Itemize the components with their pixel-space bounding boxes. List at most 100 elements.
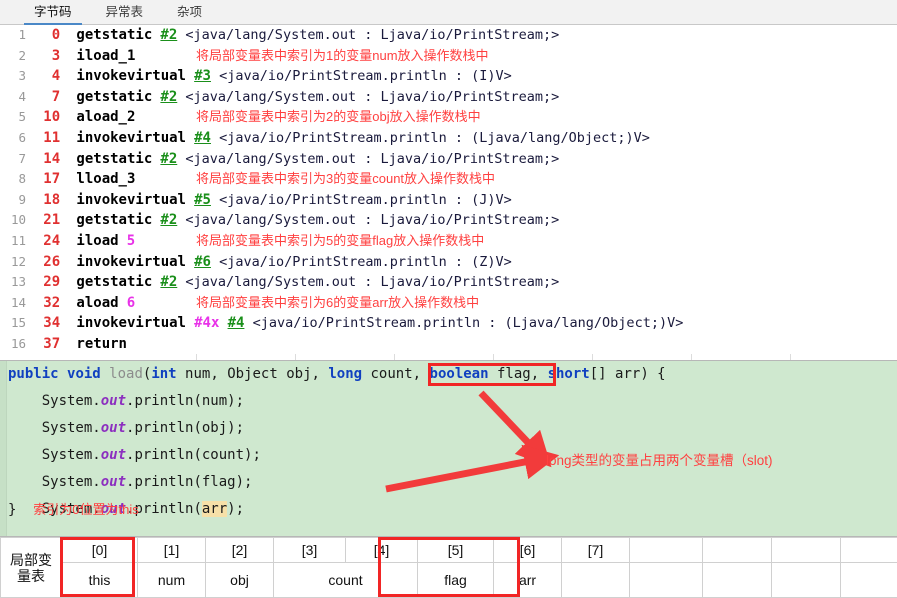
- slot-value-cell: [841, 563, 897, 598]
- line-number: 12: [0, 252, 26, 273]
- bytecode-descriptor: <java/lang/System.out : Ljava/io/PrintSt…: [185, 151, 559, 167]
- slot-value-cell: flag: [418, 563, 494, 598]
- tab-exception-table-label: 异常表: [106, 5, 144, 19]
- bytecode-offset: 26: [34, 252, 60, 273]
- bytecode-descriptor: <java/io/PrintStream.println : (J)V>: [219, 192, 512, 208]
- bytecode-offset: 11: [34, 128, 60, 149]
- bytecode-opcode: invokevirtual: [76, 254, 186, 270]
- source-line: System.out.println(num);: [0, 388, 897, 415]
- bytecode-row[interactable]: 9 18 invokevirtual #5 <java/io/PrintStre…: [0, 190, 897, 211]
- slot-index-cell: [4]: [346, 538, 418, 563]
- bytecode-row[interactable]: 15 34 invokevirtual #4x #4 <java/io/Prin…: [0, 313, 897, 334]
- bytecode-row[interactable]: 8 17 lload_3 将局部变量表中索引为3的变量count放入操作数栈中: [0, 169, 897, 190]
- line-number: 16: [0, 334, 26, 355]
- line-number: 5: [0, 107, 26, 128]
- bytecode-row[interactable]: 2 3 iload_1将局部变量表中索引为1的变量num放入操作数栈中: [0, 46, 897, 67]
- bytecode-row[interactable]: 6 11 invokevirtual #4 <java/io/PrintStre…: [0, 128, 897, 149]
- bytecode-offset: 34: [34, 313, 60, 334]
- constant-pool-ref[interactable]: #2: [160, 151, 177, 167]
- slot-value-cell: [630, 563, 703, 598]
- line-number: 1: [0, 25, 26, 46]
- source-line: System.out.println(flag);: [0, 469, 897, 496]
- constant-pool-ref[interactable]: #2: [160, 89, 177, 105]
- bytecode-row[interactable]: 1 0 getstatic #2 <java/lang/System.out :…: [0, 25, 897, 46]
- line-number: 3: [0, 66, 26, 87]
- line-number: 10: [0, 210, 26, 231]
- bytecode-opcode: return: [76, 336, 127, 352]
- tab-misc-label: 杂项: [177, 5, 202, 19]
- bytecode-row[interactable]: 7 14 getstatic #2 <java/lang/System.out …: [0, 149, 897, 170]
- bytecode-row[interactable]: 5 10 aload_2将局部变量表中索引为2的变量obj放入操作数栈中: [0, 107, 897, 128]
- bytecode-offset: 7: [34, 87, 60, 108]
- bytecode-opcode: getstatic: [76, 212, 152, 228]
- constant-pool-ref[interactable]: #4: [194, 130, 211, 146]
- source-text: System.: [8, 393, 101, 409]
- slot-index-cell: [0]: [62, 538, 138, 563]
- slot-value-cell: [562, 563, 630, 598]
- tab-exception-table[interactable]: 异常表: [94, 3, 156, 24]
- bytecode-opcode: iload: [76, 233, 118, 249]
- bytecode-offset: 17: [34, 169, 60, 190]
- bytecode-opcode: invokevirtual: [76, 192, 186, 208]
- slot-index-cell: [630, 538, 703, 563]
- slot-value-cell: arr: [494, 563, 562, 598]
- bytecode-row[interactable]: 16 37 return: [0, 334, 897, 355]
- source-text: System.: [8, 447, 101, 463]
- bytecode-row[interactable]: 14 32 aload 6将局部变量表中索引为6的变量arr放入操作数栈中: [0, 293, 897, 314]
- slot-value-cell: [772, 563, 841, 598]
- bytecode-opcode: getstatic: [76, 151, 152, 167]
- bytecode-row[interactable]: 3 4 invokevirtual #3 <java/io/PrintStrea…: [0, 66, 897, 87]
- bytecode-listing[interactable]: 1 0 getstatic #2 <java/lang/System.out :…: [0, 25, 897, 360]
- param-type-boolean: boolean: [430, 366, 489, 382]
- field-out: out: [101, 420, 126, 436]
- param-name-obj: obj,: [278, 366, 329, 382]
- bytecode-row[interactable]: 10 21 getstatic #2 <java/lang/System.out…: [0, 210, 897, 231]
- bytecode-offset: 4: [34, 66, 60, 87]
- slot-table-row-label-line: 局部变: [1, 552, 61, 568]
- bytecode-opcode: aload_2: [76, 109, 135, 125]
- tab-bytecode[interactable]: 字节码: [22, 3, 84, 24]
- bytecode-offset: 37: [34, 334, 60, 355]
- source-code-pane[interactable]: public void load(int num, Object obj, lo…: [0, 360, 897, 536]
- slot-table-row-label: 局部变量表: [1, 538, 62, 598]
- bytecode-opcode: invokevirtual: [76, 130, 186, 146]
- bytecode-opcode: invokevirtual: [76, 68, 186, 84]
- source-text: .println(obj);: [126, 420, 244, 436]
- bytecode-descriptor: <java/lang/System.out : Ljava/io/PrintSt…: [185, 27, 559, 43]
- bytecode-operand: 5: [127, 233, 135, 249]
- bytecode-operand: 6: [127, 295, 135, 311]
- source-line-close: } 索引为0位置为this: [0, 496, 897, 523]
- bytecode-descriptor: <java/lang/System.out : Ljava/io/PrintSt…: [185, 212, 559, 228]
- constant-pool-ref[interactable]: #6: [194, 254, 211, 270]
- constant-pool-ref[interactable]: #2: [160, 27, 177, 43]
- bytecode-row[interactable]: 11 24 iload 5将局部变量表中索引为5的变量flag放入操作数栈中: [0, 231, 897, 252]
- bytecode-row[interactable]: 13 29 getstatic #2 <java/lang/System.out…: [0, 272, 897, 293]
- source-text: System.: [8, 420, 101, 436]
- constant-pool-ref[interactable]: #2: [160, 212, 177, 228]
- bytecode-row[interactable]: 4 7 getstatic #2 <java/lang/System.out :…: [0, 87, 897, 108]
- bytecode-row[interactable]: 12 26 invokevirtual #6 <java/io/PrintStr…: [0, 252, 897, 273]
- slot-value-cell: [703, 563, 772, 598]
- constant-pool-ref[interactable]: #4: [228, 315, 245, 331]
- source-text: .println(count);: [126, 447, 261, 463]
- tab-bytecode-label: 字节码: [34, 5, 72, 19]
- bytecode-annotation: 将局部变量表中索引为5的变量flag放入操作数栈中: [196, 231, 484, 252]
- source-text: System.: [8, 474, 101, 490]
- line-number: 4: [0, 87, 26, 108]
- bytecode-opcode: lload_3: [76, 171, 135, 187]
- bytecode-descriptor: <java/io/PrintStream.println : (I)V>: [219, 68, 512, 84]
- method-name: load: [109, 366, 143, 382]
- constant-pool-ref[interactable]: #2: [160, 274, 177, 290]
- constant-pool-ref[interactable]: #3: [194, 68, 211, 84]
- slot-value-cell: this: [62, 563, 138, 598]
- bytecode-annotation: 将局部变量表中索引为1的变量num放入操作数栈中: [196, 46, 489, 67]
- slot-index-cell: [7]: [562, 538, 630, 563]
- line-number: 9: [0, 190, 26, 211]
- bytecode-opcode: getstatic: [76, 27, 152, 43]
- constant-pool-ref[interactable]: #5: [194, 192, 211, 208]
- bytecode-annotation: 将局部变量表中索引为3的变量count放入操作数栈中: [196, 169, 495, 190]
- line-number: 8: [0, 169, 26, 190]
- param-type-object: Object: [227, 366, 278, 382]
- bytecode-offset: 3: [34, 46, 60, 67]
- tab-misc[interactable]: 杂项: [165, 3, 214, 24]
